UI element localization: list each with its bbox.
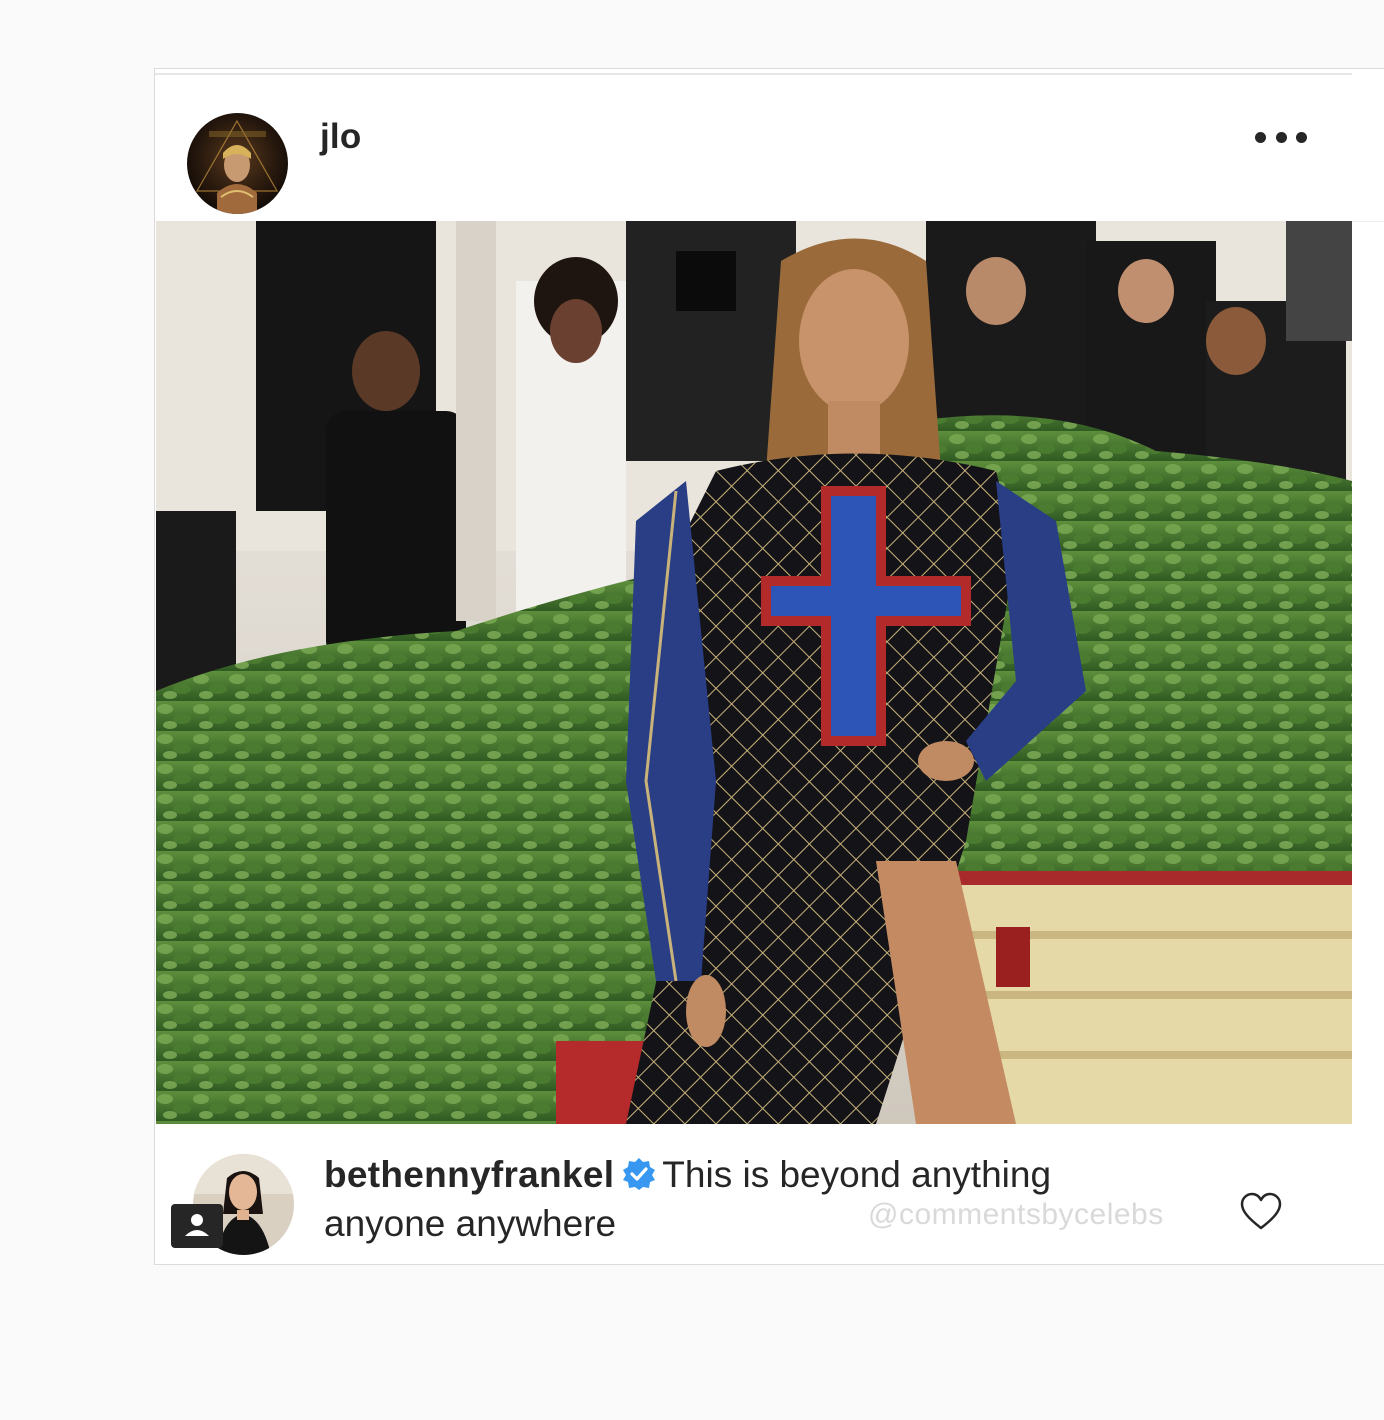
comment-username[interactable]: bethennyfrankel bbox=[324, 1154, 614, 1195]
watermark-text: @commentsbycelebs bbox=[868, 1198, 1164, 1231]
user-tag-glyph bbox=[185, 1214, 209, 1236]
post-header: jlo bbox=[155, 75, 1384, 222]
post-author-username[interactable]: jlo bbox=[320, 117, 361, 157]
user-tag-icon[interactable] bbox=[171, 1204, 223, 1248]
comment-body-line1: This is beyond anything bbox=[662, 1154, 1052, 1195]
verified-badge-icon bbox=[622, 1156, 656, 1201]
post-photo[interactable] bbox=[156, 221, 1352, 1124]
more-dot bbox=[1275, 131, 1287, 143]
more-dot bbox=[1255, 131, 1266, 143]
comment-body-line2: anyone anywhere bbox=[324, 1203, 617, 1244]
post-photo-image bbox=[156, 221, 1352, 1124]
post-card: jlo bethennyfrankel This is beyond anyth… bbox=[154, 68, 1384, 1265]
more-options-icon[interactable] bbox=[1255, 117, 1307, 157]
comment-row: bethennyfrankel This is beyond anything … bbox=[155, 1124, 1384, 1266]
avatar-jlo-image bbox=[187, 113, 288, 214]
profile-avatar-jlo[interactable] bbox=[187, 113, 288, 214]
heart-icon[interactable] bbox=[1240, 1192, 1282, 1232]
more-dot bbox=[1296, 131, 1307, 143]
